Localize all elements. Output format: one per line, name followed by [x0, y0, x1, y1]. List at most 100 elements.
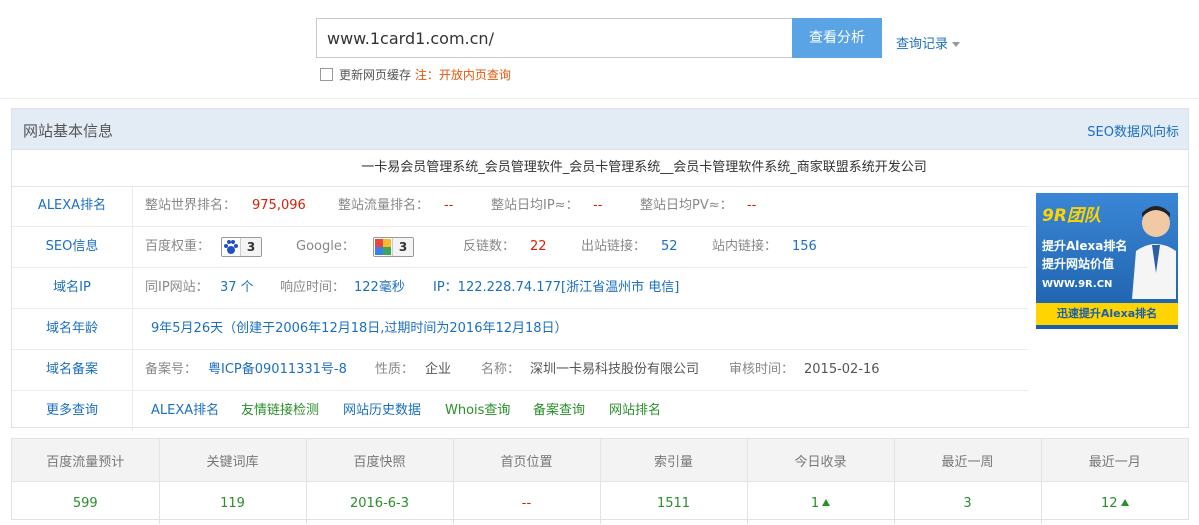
- daily-pv-value: --: [747, 198, 757, 213]
- beian-label[interactable]: 域名备案: [12, 350, 133, 390]
- analyze-button[interactable]: 查看分析: [792, 18, 882, 58]
- more-link-history[interactable]: 网站历史数据: [343, 391, 421, 431]
- caret-down-icon: [952, 42, 961, 47]
- stats-header: 百度流量预计: [12, 439, 160, 482]
- stats-header: 最近一月: [1041, 439, 1188, 482]
- beian-name-value: 深圳一卡易科技股份有限公司: [530, 362, 700, 377]
- world-rank-value: 975,096: [252, 198, 306, 213]
- ad-brand: 9R团队: [1042, 206, 1101, 226]
- outlink-key: 出站链接：: [581, 239, 647, 254]
- stats-cell[interactable]: 119: [159, 481, 307, 524]
- seo-vane-link[interactable]: SEO数据风向标: [1087, 121, 1179, 140]
- same-ip-key: 同IP网站：: [145, 280, 209, 295]
- google-icon: [374, 238, 392, 256]
- beian-row: 域名备案 备案号： 粤ICP备09011331号-8 性质： 企业 名称： 深圳…: [12, 350, 1028, 391]
- alexa-label[interactable]: ALEXA排名: [12, 186, 133, 226]
- ip-row: 域名IP 同IP网站： 37 个 响应时间： 122毫秒 IP：122.228.…: [12, 268, 1028, 309]
- outlink-value: 52: [661, 239, 678, 254]
- world-rank-key: 整站世界排名：: [145, 198, 237, 213]
- stats-header: 首页位置: [453, 439, 601, 482]
- beian-no-value[interactable]: 粤ICP备09011331号-8: [208, 350, 347, 390]
- cache-note: 注：开放内页查询: [414, 68, 511, 82]
- stats-header-row: 百度流量预计 关键词库 百度快照 首页位置 索引量 今日收录 最近一周 最近一月: [12, 439, 1188, 482]
- cache-option: 更新网页缓存 注：开放内页查询: [320, 66, 511, 83]
- beian-date-key: 审核时间：: [729, 362, 795, 377]
- baidu-weight-badge[interactable]: 3: [217, 227, 262, 267]
- more-link-whois[interactable]: Whois查询: [445, 391, 510, 431]
- baidu-weight-key: 百度权重：: [145, 239, 211, 254]
- beian-no-key: 备案号：: [145, 362, 198, 377]
- more-label[interactable]: 更多查询: [12, 391, 133, 431]
- history-label: 查询记录: [896, 37, 949, 52]
- daily-ip-value: --: [593, 198, 603, 213]
- stats-header: 关键词库: [159, 439, 307, 482]
- cache-label[interactable]: 更新网页缓存: [339, 68, 411, 82]
- stats-cell[interactable]: 2016-6-3: [306, 481, 454, 524]
- more-link-alexa[interactable]: ALEXA排名: [151, 391, 219, 431]
- ad-url: WWW.9R.CN: [1042, 279, 1113, 290]
- alexa-row: ALEXA排名 整站世界排名： 975,096 整站流量排名： -- 整站日均I…: [12, 186, 1028, 227]
- arrow-up-icon: [822, 498, 831, 506]
- baidu-paw-icon: [222, 238, 240, 256]
- stats-cell[interactable]: 12: [1041, 481, 1188, 524]
- google-value: 3: [392, 237, 413, 256]
- baidu-weight-value: 3: [240, 237, 261, 256]
- stats-value: 1511: [656, 495, 691, 511]
- site-info-panel: 网站基本信息 SEO数据风向标 一卡易会员管理系统_会员管理软件_会员卡管理系统…: [11, 108, 1189, 431]
- beian-type-key: 性质：: [375, 362, 415, 377]
- stats-cell[interactable]: 1: [747, 481, 895, 524]
- response-time-key: 响应时间：: [280, 280, 346, 295]
- backlink-key: 反链数：: [463, 239, 516, 254]
- site-title: 一卡易会员管理系统_会员管理软件_会员卡管理系统__会员卡管理软件系统_商家联盟…: [12, 150, 1188, 187]
- response-time-value: 122毫秒: [354, 280, 405, 295]
- same-ip-value[interactable]: 37 个: [220, 268, 254, 308]
- beian-name-key: 名称：: [481, 362, 521, 377]
- age-label[interactable]: 域名年龄: [12, 309, 133, 349]
- more-link-beian[interactable]: 备案查询: [533, 391, 585, 431]
- arrow-up-icon: [1120, 498, 1129, 506]
- url-search-input[interactable]: [316, 18, 792, 58]
- stats-value: 119: [220, 495, 245, 511]
- stats-header: 百度快照: [306, 439, 454, 482]
- ad-banner[interactable]: 9R团队 提升Alexa排名 提升网站价值 WWW.9R.CN 迅速提升Alex…: [1034, 191, 1180, 331]
- traffic-rank-value: --: [444, 198, 454, 213]
- stats-value: 599: [72, 495, 98, 511]
- domain-age-value: 9年5月26天（创建于2006年12月18日,过期时间为2016年12月18日）: [151, 321, 568, 336]
- stats-value-row: 599 119 2016-6-3 -- 1511 1 3 12: [12, 481, 1188, 524]
- ip-address-link[interactable]: IP：122.228.74.177[浙江省温州市 电信]: [433, 268, 679, 308]
- ad-bottom-bar: 迅速提升Alexa排名: [1036, 303, 1178, 325]
- person-image: [1132, 203, 1176, 299]
- query-history-dropdown[interactable]: 查询记录: [896, 33, 961, 52]
- stats-table: 百度流量预计 关键词库 百度快照 首页位置 索引量 今日收录 最近一周 最近一月…: [11, 438, 1189, 524]
- google-badge[interactable]: 3: [369, 227, 414, 267]
- stats-cell[interactable]: 3: [894, 481, 1042, 524]
- stats-header: 最近一周: [894, 439, 1042, 482]
- stats-header: 今日收录: [747, 439, 895, 482]
- search-area: 查看分析 查询记录 更新网页缓存 注：开放内页查询: [0, 0, 1199, 99]
- ad-line2: 提升网站价值: [1042, 257, 1115, 271]
- seo-label[interactable]: SEO信息: [12, 227, 133, 267]
- daily-pv-key: 整站日均PV≈：: [640, 198, 733, 213]
- age-row: 域名年龄 9年5月26天（创建于2006年12月18日,过期时间为2016年12…: [12, 309, 1028, 350]
- stats-value: 12: [1100, 495, 1118, 511]
- stats-value: 1: [810, 495, 820, 511]
- traffic-rank-key: 整站流量排名：: [338, 198, 430, 213]
- backlink-value: 22: [530, 239, 547, 254]
- refresh-cache-checkbox[interactable]: [320, 68, 333, 81]
- panel-title: 网站基本信息: [23, 122, 114, 140]
- stats-header: 索引量: [600, 439, 748, 482]
- daily-ip-key: 整站日均IP≈：: [491, 198, 579, 213]
- more-link-friendlink[interactable]: 友情链接检测: [241, 391, 319, 431]
- inlink-value: 156: [792, 239, 817, 254]
- stats-cell[interactable]: 1511: [600, 481, 748, 524]
- more-row: 更多查询 ALEXA排名 友情链接检测 网站历史数据 Whois查询 备案查询 …: [12, 391, 1028, 431]
- beian-type-value: 企业: [425, 362, 452, 377]
- panel-header: 网站基本信息 SEO数据风向标: [12, 109, 1188, 150]
- seo-row: SEO信息 百度权重： 3 Google： 3 反链数： 22 出站链接： 52…: [12, 227, 1028, 268]
- ip-label[interactable]: 域名IP: [12, 268, 133, 308]
- stats-value: 3: [963, 495, 972, 511]
- more-link-rank[interactable]: 网站排名: [609, 391, 661, 431]
- stats-value: 2016-6-3: [349, 495, 409, 511]
- ad-line1: 提升Alexa排名: [1042, 239, 1128, 253]
- stats-cell[interactable]: 599: [12, 481, 160, 524]
